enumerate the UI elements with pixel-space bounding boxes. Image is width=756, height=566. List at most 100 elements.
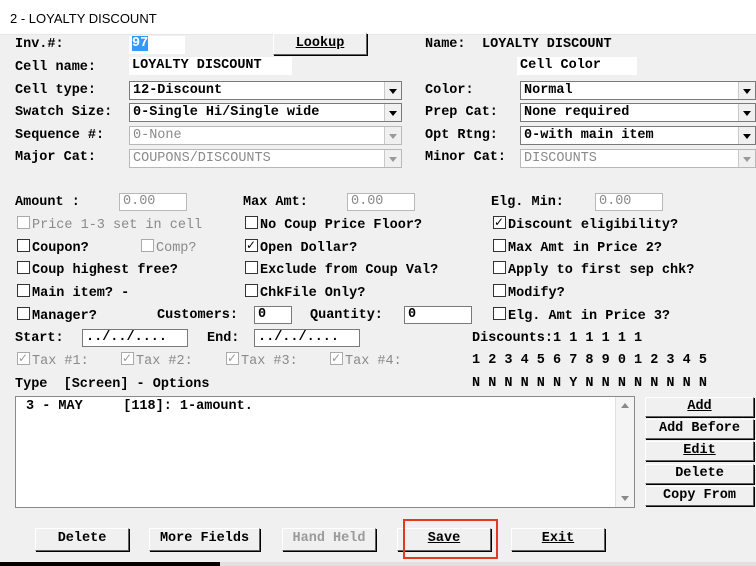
open-dollar-checkbox[interactable]: Open Dollar?	[245, 236, 357, 258]
checkbox-icon	[141, 239, 154, 252]
max-amt-price2-checkbox[interactable]: Max Amt in Price 2?	[493, 239, 662, 258]
discount-tens-row: 1 1 1 1 1 1	[472, 331, 643, 346]
color-select[interactable]: Normal	[520, 81, 756, 100]
tax2-checkbox[interactable]: Tax #2:	[121, 349, 193, 371]
no-coup-floor-checkbox[interactable]: No Coup Price Floor?	[245, 216, 422, 235]
checkbox-icon	[17, 216, 30, 229]
name-value: LOYALTY DISCOUNT	[482, 37, 612, 52]
minor-cat-select[interactable]: DISCOUNTS	[520, 149, 756, 168]
chevron-down-icon[interactable]	[738, 104, 755, 121]
apply-first-sep-chk-checkbox[interactable]: Apply to first sep chk?	[493, 261, 694, 280]
main-item-checkbox[interactable]: Main item? -	[17, 284, 129, 303]
start-date-input[interactable]: ../../....	[82, 329, 188, 347]
prep-cat-label: Prep Cat:	[425, 105, 498, 120]
options-list[interactable]: 3 - MAY [118]: 1-amount.	[15, 396, 635, 508]
chevron-down-icon[interactable]	[738, 127, 755, 144]
cell-color-field[interactable]: Cell Color	[517, 57, 637, 75]
chevron-down-icon[interactable]	[384, 150, 401, 167]
name-label: Name:	[425, 37, 466, 52]
cell-name-label: Cell name:	[15, 60, 97, 75]
swatch-size-select[interactable]: 0-Single Hi/Single wide	[129, 103, 402, 122]
title-bar: 2 - LOYALTY DISCOUNT	[0, 0, 756, 35]
chkfile-only-checkbox[interactable]: ChkFile Only?	[245, 284, 365, 303]
end-label: End:	[207, 331, 240, 346]
checkmark-icon	[226, 349, 239, 367]
customers-label: Customers:	[157, 308, 239, 323]
coup-highest-free-checkbox[interactable]: Coup highest free?	[17, 261, 178, 280]
checkbox-icon	[17, 239, 30, 252]
manager-checkbox[interactable]: Manager?	[17, 307, 97, 326]
checkbox-icon	[17, 307, 30, 320]
minor-cat-label: Minor Cat:	[425, 150, 507, 165]
max-amt-input[interactable]: 0.00	[347, 193, 415, 211]
cell-name-input[interactable]: LOYALTY DISCOUNT	[129, 57, 292, 75]
tax1-checkbox[interactable]: Tax #1:	[17, 349, 89, 371]
add-before-button[interactable]: Add Before	[645, 419, 754, 439]
chevron-down-icon[interactable]	[384, 82, 401, 99]
chevron-down-icon[interactable]	[738, 150, 755, 167]
checkbox-icon	[493, 261, 506, 274]
hand-held-button[interactable]: Hand Held	[282, 528, 376, 551]
exclude-coup-val-checkbox[interactable]: Exclude from Coup Val?	[245, 261, 438, 280]
amount-input[interactable]: 0.00	[119, 193, 187, 211]
modify-checkbox[interactable]: Modify?	[493, 284, 565, 303]
discount-ones-row: 1 2 3 4 5 6 7 8 9 0 1 2 3 4 5	[472, 353, 707, 368]
inv-number-input[interactable]: 97	[129, 36, 185, 54]
checkbox-icon	[17, 261, 30, 274]
checkbox-icon	[245, 261, 258, 274]
cell-type-label: Cell type:	[15, 83, 97, 98]
elg-min-input[interactable]: 0.00	[595, 193, 663, 211]
list-item[interactable]: 3 - MAY [118]: 1-amount.	[26, 398, 253, 416]
checkmark-icon	[245, 236, 258, 254]
scrollbar[interactable]	[615, 397, 634, 507]
quantity-input[interactable]: 0	[404, 306, 472, 324]
scroll-down-icon[interactable]	[621, 496, 629, 501]
start-label: Start:	[15, 331, 64, 346]
major-cat-label: Major Cat:	[15, 150, 97, 165]
more-fields-button[interactable]: More Fields	[149, 528, 260, 551]
discount-eligibility-checkbox[interactable]: Discount eligibility?	[493, 213, 678, 235]
cell-type-select[interactable]: 12-Discount	[129, 81, 402, 100]
options-header: Type [Screen] - Options	[15, 377, 210, 392]
delete-option-button[interactable]: Delete	[645, 464, 754, 484]
copy-from-button[interactable]: Copy From	[645, 486, 754, 506]
elg-amt-price3-checkbox[interactable]: Elg. Amt in Price 3?	[493, 307, 670, 326]
checkbox-icon	[17, 284, 30, 297]
major-cat-select[interactable]: COUPONS/DISCOUNTS	[129, 149, 402, 168]
save-highlight-box	[403, 519, 498, 559]
checkmark-icon	[493, 213, 506, 231]
customers-input[interactable]: 0	[254, 306, 292, 324]
bottom-edge	[0, 562, 756, 566]
price13-checkbox[interactable]: Price 1-3 set in cell	[17, 216, 202, 235]
color-label: Color:	[425, 83, 474, 98]
discount-flags-row[interactable]: N N N N N N Y N N N N N N N N	[472, 375, 707, 393]
prep-cat-select[interactable]: None required	[520, 103, 756, 122]
checkbox-icon	[245, 284, 258, 297]
chevron-down-icon[interactable]	[738, 82, 755, 99]
tax4-checkbox[interactable]: Tax #4:	[330, 349, 402, 371]
scroll-up-icon[interactable]	[621, 403, 629, 408]
checkbox-icon	[245, 216, 258, 229]
opt-rtng-select[interactable]: 0-with main item	[520, 126, 756, 145]
edit-button[interactable]: Edit	[645, 441, 754, 461]
comp-checkbox[interactable]: Comp?	[141, 239, 197, 258]
inv-label: Inv.#:	[15, 37, 64, 52]
elg-min-label: Elg. Min:	[491, 195, 564, 210]
swatch-size-label: Swatch Size:	[15, 105, 113, 120]
lookup-button[interactable]: Lookup	[273, 33, 367, 55]
quantity-label: Quantity:	[310, 308, 383, 323]
checkmark-icon	[17, 349, 30, 367]
delete-button[interactable]: Delete	[35, 528, 129, 551]
add-button[interactable]: Add	[645, 397, 754, 417]
exit-button[interactable]: Exit	[511, 528, 605, 551]
tax3-checkbox[interactable]: Tax #3:	[226, 349, 298, 371]
checkmark-icon	[330, 349, 343, 367]
window-title: 2 - LOYALTY DISCOUNT	[10, 11, 157, 26]
end-date-input[interactable]: ../../....	[254, 329, 360, 347]
checkbox-icon	[493, 239, 506, 252]
chevron-down-icon[interactable]	[384, 104, 401, 121]
chevron-down-icon[interactable]	[384, 127, 401, 144]
checkbox-icon	[493, 307, 506, 320]
coupon-checkbox[interactable]: Coupon?	[17, 239, 89, 258]
sequence-select[interactable]: 0-None	[129, 126, 402, 145]
